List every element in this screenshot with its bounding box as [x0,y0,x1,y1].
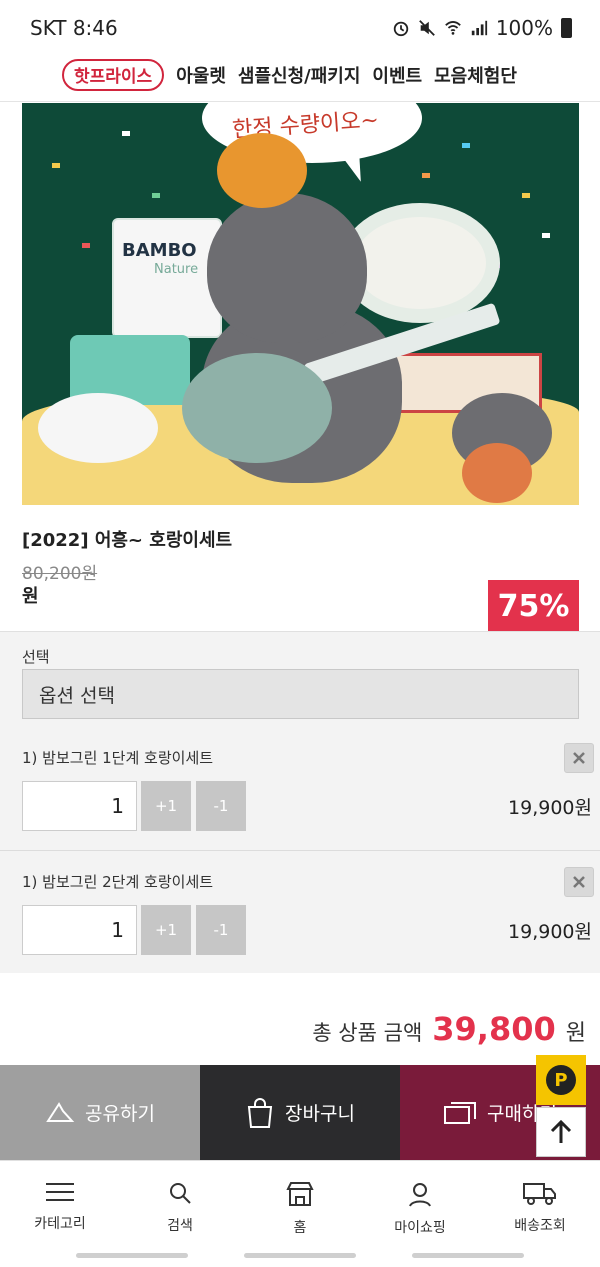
minus-one-button[interactable]: -1 [196,905,246,955]
share-label: 공유하기 [85,1103,155,1125]
nav-hot-price[interactable]: 핫프라이스 [62,58,165,91]
option-item: 1) 밤보그린 1단계 호랑이세트 1 +1 -1 19,900원 [0,743,600,867]
tab-delivery[interactable]: 배송조회 [480,1161,600,1242]
remove-item-button[interactable] [564,867,594,897]
home-gesture-bar[interactable] [244,1253,356,1258]
nav-outlet[interactable]: 아울렛 [176,62,226,88]
quantity-input[interactable]: 1 [22,905,137,955]
user-icon [409,1183,431,1207]
tab-label: 카테고리 [34,1216,86,1232]
point-button[interactable]: P [536,1055,586,1105]
option-item: 1) 밤보그린 2단계 호랑이세트 1 +1 -1 19,900원 [0,867,600,991]
tab-label: 홈 [293,1220,307,1236]
store-icon [286,1182,314,1206]
option-item-name: 1) 밤보그린 2단계 호랑이세트 [22,873,214,891]
truck-icon [523,1183,556,1205]
remove-item-button[interactable] [564,743,594,773]
orange-tiger [217,133,307,208]
tab-my-shopping[interactable]: 마이쇼핑 [360,1161,480,1242]
carrier-time: SKT 8:46 [30,16,118,40]
total-amount: 39,800 [432,1010,556,1048]
bottom-tab-bar: 카테고리 검색 홈 마이쇼핑 배송조회 [0,1160,600,1242]
mute-icon [418,20,435,36]
point-icon: P [546,1065,576,1095]
back-button[interactable] [412,1253,524,1258]
cart-label: 장바구니 [285,1103,355,1125]
option-label: 선택 [22,648,50,666]
nav-event[interactable]: 이벤트 [372,62,422,88]
option-item-price: 19,900원 [508,797,592,819]
menu-icon [46,1183,74,1201]
diaper-package: BAMBO Nature [112,218,222,338]
top-nav: 핫프라이스 아울렛 샘플신청/패키지 이벤트 모음체험단 [0,48,600,102]
sale-price: 원 [22,586,39,607]
original-price: 80,200원 [22,564,98,584]
tab-label: 검색 [167,1218,193,1234]
tab-label: 마이쇼핑 [394,1220,446,1236]
nav-sample-package[interactable]: 샘플신청/패키지 [238,62,361,88]
nav-tester-group[interactable]: 모음체험단 [434,62,517,88]
search-icon [170,1183,191,1204]
alarm-icon [393,21,409,37]
product-title: [2022] 어흥~ 호랑이세트 [22,530,233,551]
close-icon [573,876,585,888]
quantity-input[interactable]: 1 [22,781,137,831]
arrow-up-icon [550,1119,572,1143]
battery-icon [561,18,572,38]
option-select[interactable]: 옵션 선택 [22,669,579,719]
option-panel: 선택 옵션 선택 1) 밤보그린 1단계 호랑이세트 1 +1 -1 19,90… [0,631,600,973]
divider [0,850,600,851]
status-icons: 100% [392,16,572,40]
card-icon [444,1101,477,1124]
tab-label: 배송조회 [514,1218,566,1234]
plus-one-button[interactable]: +1 [141,905,191,955]
system-nav-bar [0,1250,600,1267]
recent-apps-button[interactable] [76,1253,188,1258]
guitar [182,353,332,463]
battery-level: 100% [495,16,553,40]
discount-badge: 75% [488,580,579,632]
tab-home[interactable]: 홈 [240,1161,360,1242]
total-label: 총 상품 금액 [312,1021,423,1045]
share-icon [46,1101,75,1122]
white-tiger [38,393,158,463]
minus-one-button[interactable]: -1 [196,781,246,831]
tab-category[interactable]: 카테고리 [0,1161,120,1242]
share-button[interactable]: 공유하기 [0,1065,200,1160]
close-icon [573,752,585,764]
action-bar: 공유하기 장바구니 구매하기 [0,1065,600,1160]
total-unit: 원 [565,1021,586,1046]
scroll-top-button[interactable] [536,1107,586,1157]
yarn-ball [462,443,532,503]
option-item-price: 19,900원 [508,921,592,943]
cart-button[interactable]: 장바구니 [200,1065,400,1160]
wifi-icon [444,21,461,35]
tiger-illustration [207,193,367,343]
tab-search[interactable]: 검색 [120,1161,240,1242]
signal-icon [471,20,487,36]
shopping-bag-icon [247,1097,273,1128]
option-item-name: 1) 밤보그린 1단계 호랑이세트 [22,749,214,767]
total-price: 총 상품 금액 39,800 원 [312,1010,586,1048]
product-image: 한정 수량이오~ BAMBO Nature [22,103,579,505]
plus-one-button[interactable]: +1 [141,781,191,831]
